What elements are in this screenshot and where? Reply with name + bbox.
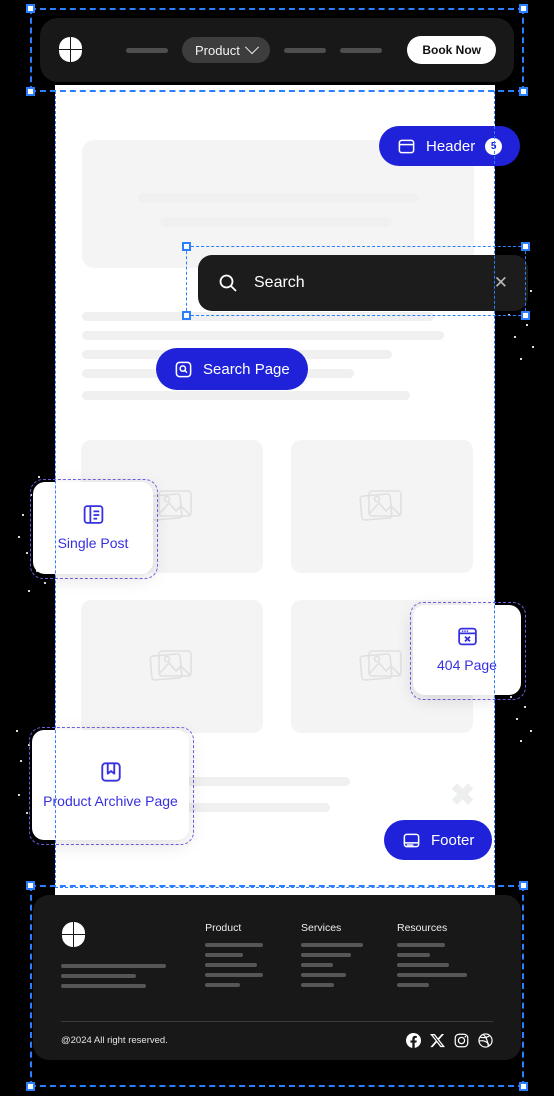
hero-skeleton-line [160, 217, 392, 227]
gallery-item[interactable] [81, 600, 263, 733]
selection-handle[interactable] [519, 1082, 528, 1091]
card-404-page[interactable]: 404 Page [413, 605, 521, 695]
leaf-logo [58, 37, 84, 63]
footer-link-line[interactable] [301, 943, 364, 947]
lower-skeleton-line [185, 803, 330, 812]
selection-handle[interactable] [26, 1082, 35, 1091]
footer-column-title: Resources [397, 922, 448, 934]
selection-handle[interactable] [521, 242, 530, 251]
gallery-item[interactable] [291, 440, 473, 573]
footer-column-services: Services [301, 922, 371, 994]
selection-handle[interactable] [26, 881, 35, 890]
selection-handle[interactable] [519, 4, 528, 13]
article-layout-icon [83, 505, 103, 525]
browser-error-icon [457, 628, 477, 646]
badge-footer-label: Footer [431, 831, 475, 849]
selection-handle[interactable] [182, 242, 191, 251]
hero-skeleton-line [138, 193, 418, 203]
footer-brand-line [61, 984, 146, 988]
image-stack-icon [149, 489, 192, 521]
card-product-archive-page-label: Product Archive Page [43, 792, 178, 809]
search-square-icon [175, 361, 192, 377]
badge-footer[interactable]: Footer [384, 820, 493, 860]
footer-link-line[interactable] [205, 943, 264, 947]
footer-column-title: Services [301, 922, 342, 934]
image-stack-icon [149, 649, 192, 681]
search-input[interactable]: Search [254, 274, 305, 292]
badge-search-page-label: Search Page [203, 360, 290, 378]
body-skeleton-line [82, 391, 410, 400]
footer-brand [61, 922, 205, 994]
canvas: ✖ Product Book Now Search ✕ Header 5 Sea… [0, 0, 554, 1096]
footer-link-line[interactable] [397, 953, 430, 957]
image-stack-icon [359, 649, 402, 681]
close-icon[interactable]: ✕ [494, 273, 508, 293]
nav-skeleton-item[interactable] [339, 47, 382, 53]
facebook-icon[interactable] [406, 1033, 421, 1048]
footer-link-line[interactable] [397, 973, 467, 977]
body-skeleton-line [82, 331, 444, 340]
footer-column-title: Product [205, 922, 242, 934]
selection-handle[interactable] [182, 311, 191, 320]
book-now-button[interactable]: Book Now [407, 36, 496, 64]
image-stack-icon [359, 489, 402, 521]
site-header: Product Book Now [40, 18, 514, 82]
badge-search-page[interactable]: Search Page [156, 348, 308, 390]
ghost-close-icon: ✖ [450, 779, 476, 812]
footer-link-line[interactable] [301, 963, 334, 967]
footer-link-line[interactable] [397, 983, 429, 987]
chevron-down-icon [244, 40, 259, 55]
footer-columns: Product Services Resources [61, 922, 493, 994]
search-bar[interactable]: Search ✕ [198, 255, 528, 311]
footer-column-resources: Resources [397, 922, 467, 994]
site-footer: Product Services Resources @2024 All rig… [33, 895, 521, 1060]
magnifier-icon [219, 274, 237, 292]
card-404-page-label: 404 Page [437, 657, 497, 674]
footer-link-line[interactable] [205, 973, 264, 977]
footer-link-line[interactable] [301, 953, 352, 957]
copyright-text: @2024 All right reserved. [61, 1035, 168, 1046]
badge-header[interactable]: Header 5 [379, 126, 521, 166]
footer-link-line[interactable] [397, 943, 445, 947]
lower-skeleton-line [185, 777, 350, 786]
dribbble-icon[interactable] [478, 1033, 493, 1048]
noise-artifact-right-lower [510, 696, 532, 742]
book-now-label: Book Now [422, 43, 481, 57]
nav-dropdown-label: Product [195, 42, 240, 58]
badge-header-count: 5 [485, 137, 503, 155]
leaf-logo [61, 922, 87, 948]
layout-header-icon [398, 139, 415, 153]
footer-link-line[interactable] [205, 963, 258, 967]
selection-handle[interactable] [521, 311, 530, 320]
social-links [406, 1033, 493, 1048]
instagram-icon[interactable] [454, 1033, 469, 1048]
nav-skeleton-item[interactable] [283, 47, 326, 53]
footer-column-product: Product [205, 922, 275, 994]
footer-brand-line [61, 964, 166, 968]
card-single-post[interactable]: Single Post [33, 482, 153, 574]
footer-link-line[interactable] [301, 983, 335, 987]
footer-brand-line [61, 974, 136, 978]
selection-handle[interactable] [26, 87, 35, 96]
footer-link-line[interactable] [205, 953, 244, 957]
selection-handle[interactable] [519, 87, 528, 96]
x-twitter-icon[interactable] [430, 1033, 445, 1048]
footer-bottom: @2024 All right reserved. [61, 1033, 493, 1048]
footer-link-line[interactable] [205, 983, 241, 987]
selection-handle[interactable] [519, 881, 528, 890]
selection-handle[interactable] [26, 4, 35, 13]
badge-header-label: Header [426, 137, 476, 155]
layout-footer-icon [403, 833, 420, 847]
nav-dropdown-product[interactable]: Product [182, 37, 270, 63]
header-nav: Product [126, 37, 382, 63]
card-product-archive-page[interactable]: Product Archive Page [32, 730, 189, 840]
footer-link-line[interactable] [301, 973, 347, 977]
card-single-post-label: Single Post [57, 535, 129, 552]
body-skeleton-line [82, 312, 434, 321]
nav-skeleton-item[interactable] [126, 47, 168, 53]
footer-divider [61, 1021, 493, 1022]
archive-box-icon [100, 762, 121, 782]
footer-link-line[interactable] [397, 963, 449, 967]
